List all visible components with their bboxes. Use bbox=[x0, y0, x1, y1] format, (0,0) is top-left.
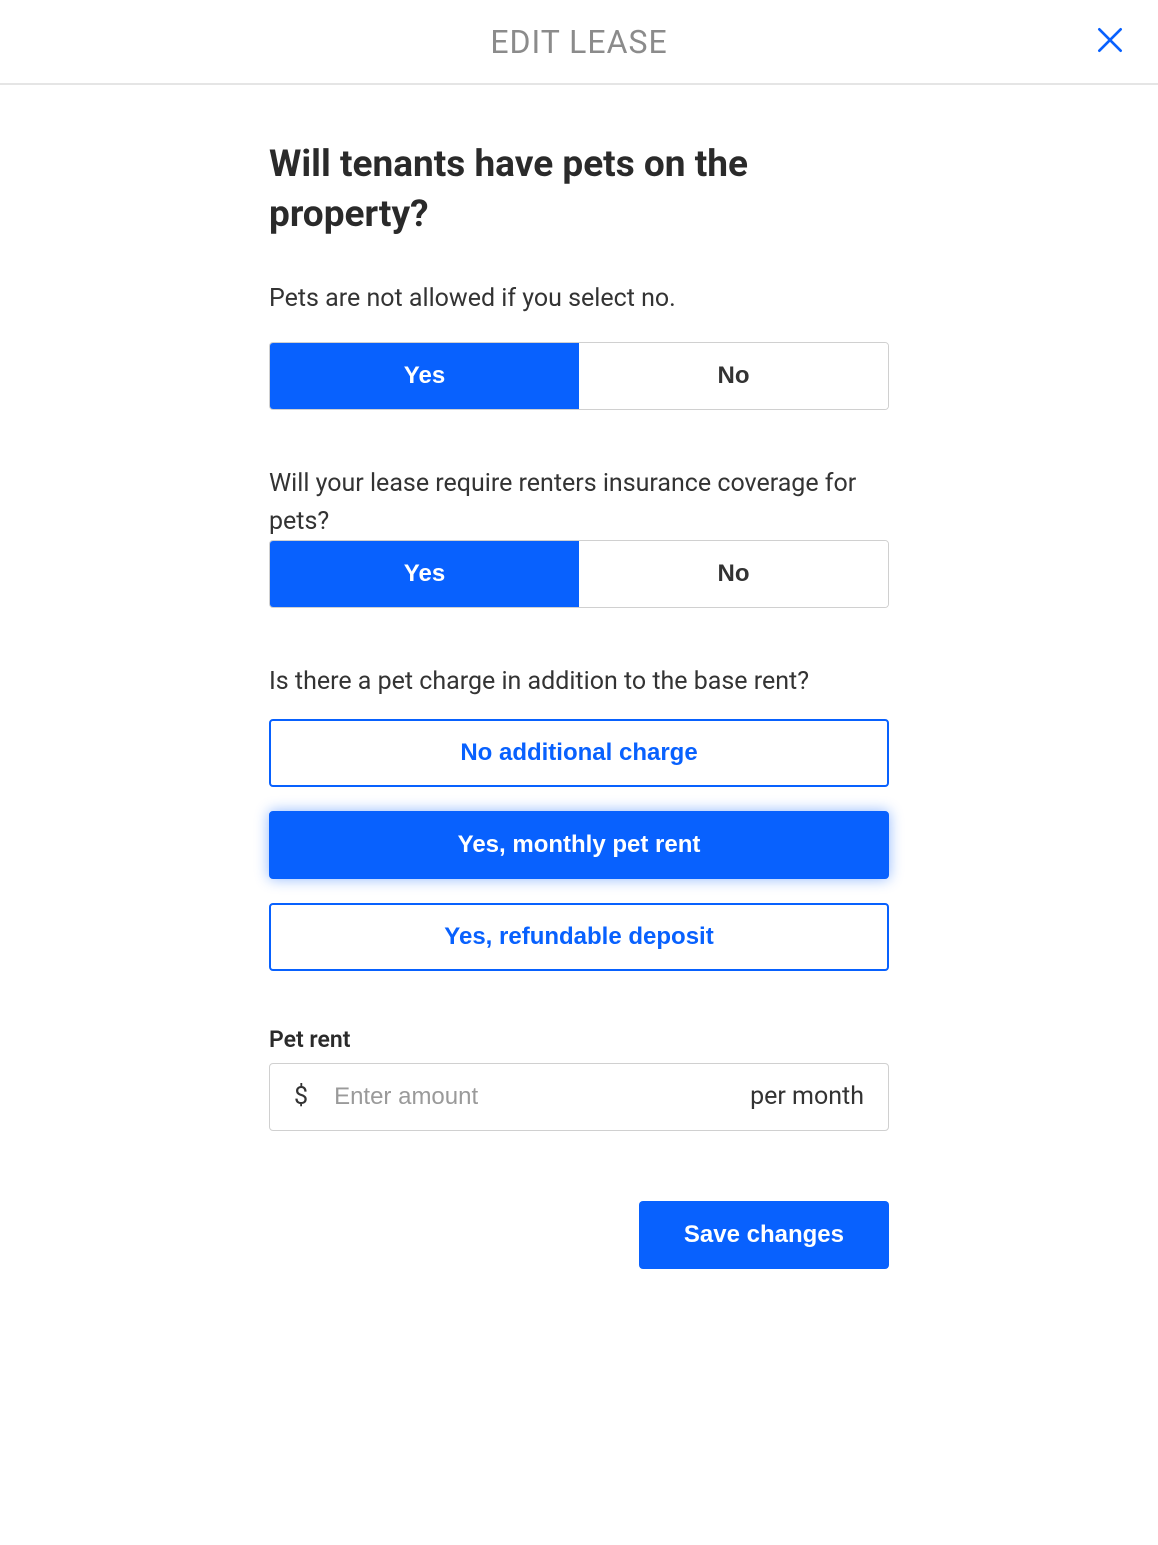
pets-toggle-group: Yes No bbox=[269, 342, 889, 410]
pets-yes-button[interactable]: Yes bbox=[270, 343, 579, 409]
close-icon bbox=[1094, 24, 1126, 56]
pet-rent-label: Pet rent bbox=[269, 1026, 889, 1053]
per-month-suffix: per month bbox=[750, 1082, 864, 1111]
charge-monthly-button[interactable]: Yes, monthly pet rent bbox=[269, 811, 889, 879]
charge-block: Is there a pet charge in addition to the… bbox=[269, 663, 889, 971]
pets-heading: Will tenants have pets on the property? bbox=[269, 140, 889, 240]
modal-content: Will tenants have pets on the property? … bbox=[269, 85, 889, 1309]
insurance-yes-button[interactable]: Yes bbox=[270, 541, 579, 607]
modal-title: EDIT LEASE bbox=[490, 23, 667, 61]
actions-row: Save changes bbox=[269, 1201, 889, 1269]
pet-rent-input-wrap: $ per month bbox=[269, 1063, 889, 1131]
save-changes-button[interactable]: Save changes bbox=[639, 1201, 889, 1269]
insurance-toggle-group: Yes No bbox=[269, 540, 889, 608]
pet-rent-field: Pet rent $ per month bbox=[269, 1026, 889, 1131]
insurance-question: Will your lease require renters insuranc… bbox=[269, 465, 889, 540]
charge-none-button[interactable]: No additional charge bbox=[269, 719, 889, 787]
pet-rent-input[interactable] bbox=[334, 1083, 750, 1111]
charge-options: No additional charge Yes, monthly pet re… bbox=[269, 719, 889, 971]
close-button[interactable] bbox=[1090, 20, 1130, 60]
pets-no-button[interactable]: No bbox=[579, 343, 888, 409]
dollar-prefix: $ bbox=[294, 1082, 308, 1111]
insurance-no-button[interactable]: No bbox=[579, 541, 888, 607]
insurance-block: Will your lease require renters insuranc… bbox=[269, 465, 889, 608]
modal-header: EDIT LEASE bbox=[0, 0, 1158, 85]
charge-question: Is there a pet charge in addition to the… bbox=[269, 663, 889, 701]
charge-deposit-button[interactable]: Yes, refundable deposit bbox=[269, 903, 889, 971]
pets-subtext: Pets are not allowed if you select no. bbox=[269, 280, 889, 318]
